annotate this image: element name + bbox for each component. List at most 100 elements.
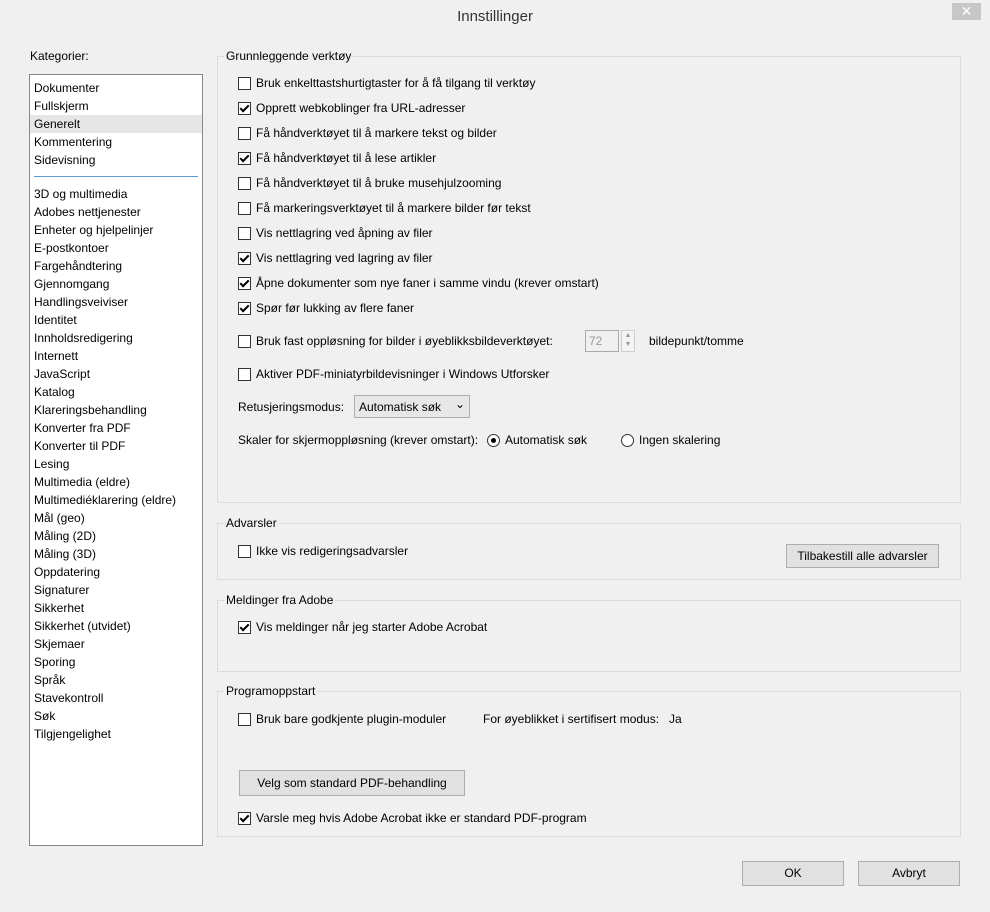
category-item[interactable]: Språk <box>34 671 65 689</box>
scaling-none-radio[interactable] <box>621 433 634 447</box>
basic-tools-option[interactable]: Vis nettlagring ved åpning av filer <box>238 224 433 242</box>
scaling-none-option[interactable]: Ingen skalering <box>621 431 720 449</box>
basic-tools-title: Grunnleggende verktøy <box>224 49 354 63</box>
basic-tools-option[interactable]: Få håndverktøyet til å lese artikler <box>238 149 436 167</box>
category-item[interactable]: Enheter og hjelpelinjer <box>34 221 153 239</box>
plugins-label: Bruk bare godkjente plugin-moduler <box>256 712 447 726</box>
basic-tools-option[interactable]: Åpne dokumenter som nye faner i samme vi… <box>238 274 599 292</box>
category-item[interactable]: Stavekontroll <box>34 689 103 707</box>
categories-separator <box>34 176 198 177</box>
category-item[interactable]: Fullskjerm <box>34 97 89 115</box>
set-default-pdf-button[interactable]: Velg som standard PDF-behandling <box>239 770 465 796</box>
categories-list[interactable]: Dokumenter Fullskjerm Generelt Kommentering… <box>29 74 203 846</box>
category-item[interactable]: Identitet <box>34 311 77 329</box>
category-item[interactable]: Oppdatering <box>34 563 100 581</box>
basic-tools-option[interactable]: Opprett webkoblinger fra URL-adresser <box>238 99 465 117</box>
option-label: Få håndverktøyet til å markere tekst og … <box>256 126 497 140</box>
show-messages-label: Vis meldinger når jeg starter Adobe Acro… <box>256 620 488 634</box>
fixed-resolution-checkbox[interactable] <box>238 334 251 348</box>
checkbox[interactable] <box>238 76 251 90</box>
category-item[interactable]: Måling (3D) <box>34 545 96 563</box>
resolution-spinner[interactable]: ▲ ▼ <box>621 330 635 352</box>
hide-warnings-option[interactable]: Ikke vis redigeringsadvarsler <box>238 542 408 560</box>
option-label: Åpne dokumenter som nye faner i samme vi… <box>256 276 599 290</box>
checkbox[interactable] <box>238 251 251 265</box>
category-item[interactable]: Skjemaer <box>34 635 85 653</box>
category-item[interactable]: Multimedia (eldre) <box>34 473 130 491</box>
category-item[interactable]: Generelt <box>30 115 202 133</box>
category-item[interactable]: Innholdsredigering <box>34 329 133 347</box>
show-messages-option[interactable]: Vis meldinger når jeg starter Adobe Acro… <box>238 618 487 636</box>
option-label: Få håndverktøyet til å lese artikler <box>256 151 437 165</box>
messages-group <box>217 600 961 672</box>
warn-default-option[interactable]: Varsle meg hvis Adobe Acrobat ikke er st… <box>238 809 587 827</box>
category-item[interactable]: Sikkerhet <box>34 599 84 617</box>
category-item[interactable]: JavaScript <box>34 365 90 383</box>
checkbox[interactable] <box>238 126 251 140</box>
category-item[interactable]: Multimediéklarering (eldre) <box>34 491 176 509</box>
hide-warnings-checkbox[interactable] <box>238 544 251 558</box>
basic-tools-option[interactable]: Få håndverktøyet til å markere tekst og … <box>238 124 497 142</box>
category-item[interactable]: 3D og multimedia <box>34 185 127 203</box>
basic-tools-option[interactable]: Bruk enkelttastshurtigtaster for å få ti… <box>238 74 535 92</box>
category-item[interactable]: Internett <box>34 347 78 365</box>
touch-mode-select[interactable]: Automatisk søk ⌄ <box>354 395 470 418</box>
category-item[interactable]: Signaturer <box>34 581 89 599</box>
option-label: Spør før lukking av flere faner <box>256 301 415 315</box>
scaling-auto-option[interactable]: Automatisk søk <box>487 431 587 449</box>
category-item[interactable]: Gjennomgang <box>34 275 109 293</box>
ok-button[interactable]: OK <box>742 861 844 886</box>
category-item[interactable]: Katalog <box>34 383 75 401</box>
category-item[interactable]: Fargehåndtering <box>34 257 122 275</box>
fixed-resolution-label: Bruk fast oppløsning for bilder i øyebli… <box>256 334 553 348</box>
cancel-button[interactable]: Avbryt <box>858 861 960 886</box>
checkbox[interactable] <box>238 151 251 165</box>
category-item[interactable]: Sikkerhet (utvidet) <box>34 617 131 635</box>
thumbnail-option[interactable]: Aktiver PDF-miniatyrbildevisninger i Win… <box>238 365 549 383</box>
category-item[interactable]: Søk <box>34 707 55 725</box>
resolution-input[interactable]: 72 <box>585 330 619 352</box>
checkbox[interactable] <box>238 301 251 315</box>
warnings-title: Advarsler <box>224 516 279 530</box>
category-item[interactable]: Konverter til PDF <box>34 437 125 455</box>
certified-mode-label: For øyeblikket i sertifisert modus: <box>483 712 660 726</box>
plugins-option[interactable]: Bruk bare godkjente plugin-moduler <box>238 710 446 728</box>
checkbox[interactable] <box>238 101 251 115</box>
category-item[interactable]: Kommentering <box>34 133 112 151</box>
category-item[interactable]: E-postkontoer <box>34 239 109 257</box>
category-item[interactable]: Sidevisning <box>34 151 95 169</box>
category-item[interactable]: Handlingsveiviser <box>34 293 128 311</box>
category-item[interactable]: Mål (geo) <box>34 509 85 527</box>
checkbox[interactable] <box>238 276 251 290</box>
show-messages-checkbox[interactable] <box>238 620 251 634</box>
category-item[interactable]: Måling (2D) <box>34 527 96 545</box>
reset-warnings-button[interactable]: Tilbakestill alle advarsler <box>786 544 939 568</box>
basic-tools-option[interactable]: Vis nettlagring ved lagring av filer <box>238 249 433 267</box>
checkbox[interactable] <box>238 176 251 190</box>
close-button[interactable]: ✕ <box>952 3 981 20</box>
option-label: Bruk enkelttastshurtigtaster for å få ti… <box>256 76 536 90</box>
category-item[interactable]: Sporing <box>34 653 75 671</box>
thumbnail-checkbox[interactable] <box>238 367 251 381</box>
basic-tools-option[interactable]: Få håndverktøyet til å bruke musehjulzoo… <box>238 174 501 192</box>
category-item[interactable]: Tilgjengelighet <box>34 725 111 743</box>
scaling-auto-radio[interactable] <box>487 433 500 447</box>
hide-warnings-label: Ikke vis redigeringsadvarsler <box>256 544 409 558</box>
fixed-resolution-option[interactable]: Bruk fast oppløsning for bilder i øyebli… <box>238 332 553 350</box>
checkbox[interactable] <box>238 226 251 240</box>
category-item[interactable]: Lesing <box>34 455 69 473</box>
basic-tools-option[interactable]: Spør før lukking av flere faner <box>238 299 414 317</box>
plugins-checkbox[interactable] <box>238 712 251 726</box>
category-item[interactable]: Konverter fra PDF <box>34 419 131 437</box>
thumbnail-label: Aktiver PDF-miniatyrbildevisninger i Win… <box>256 367 550 381</box>
category-item[interactable]: Adobes nettjenester <box>34 203 141 221</box>
category-item[interactable]: Dokumenter <box>34 79 99 97</box>
chevron-down-icon: ⌄ <box>454 397 465 411</box>
warn-default-checkbox[interactable] <box>238 811 251 825</box>
checkbox[interactable] <box>238 201 251 215</box>
resolution-unit: bildepunkt/tomme <box>649 334 744 348</box>
scaling-label: Skaler for skjermoppløsning (krever omst… <box>238 433 479 447</box>
basic-tools-option[interactable]: Få markeringsverktøyet til å markere bil… <box>238 199 531 217</box>
startup-title: Programoppstart <box>224 684 318 698</box>
category-item[interactable]: Klareringsbehandling <box>34 401 147 419</box>
